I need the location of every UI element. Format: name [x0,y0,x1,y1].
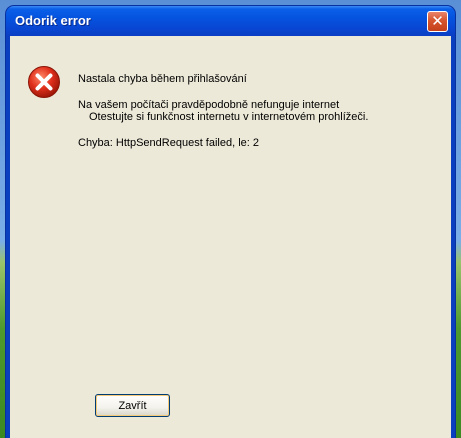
dialog-client: Nastala chyba během přihlašování Na vaše… [10,36,451,438]
close-button[interactable]: Zavřít [95,394,170,417]
title-bar[interactable]: Odorik error ✕ [6,6,455,36]
error-detail: Chyba: HttpSendRequest failed, le: 2 [78,137,260,149]
message-line-2: Otestujte si funkčnost internetu v inter… [89,111,369,123]
dialog-window: Odorik error ✕ Nastala chyba během přihl… [6,6,455,438]
close-icon: ✕ [431,12,444,30]
window-title: Odorik error [15,13,91,28]
message-line-1: Na vašem počítači pravděpodobně nefunguj… [78,99,340,111]
title-close-button[interactable]: ✕ [427,11,448,32]
error-heading: Nastala chyba během přihlašování [78,73,247,85]
error-icon [28,66,60,98]
